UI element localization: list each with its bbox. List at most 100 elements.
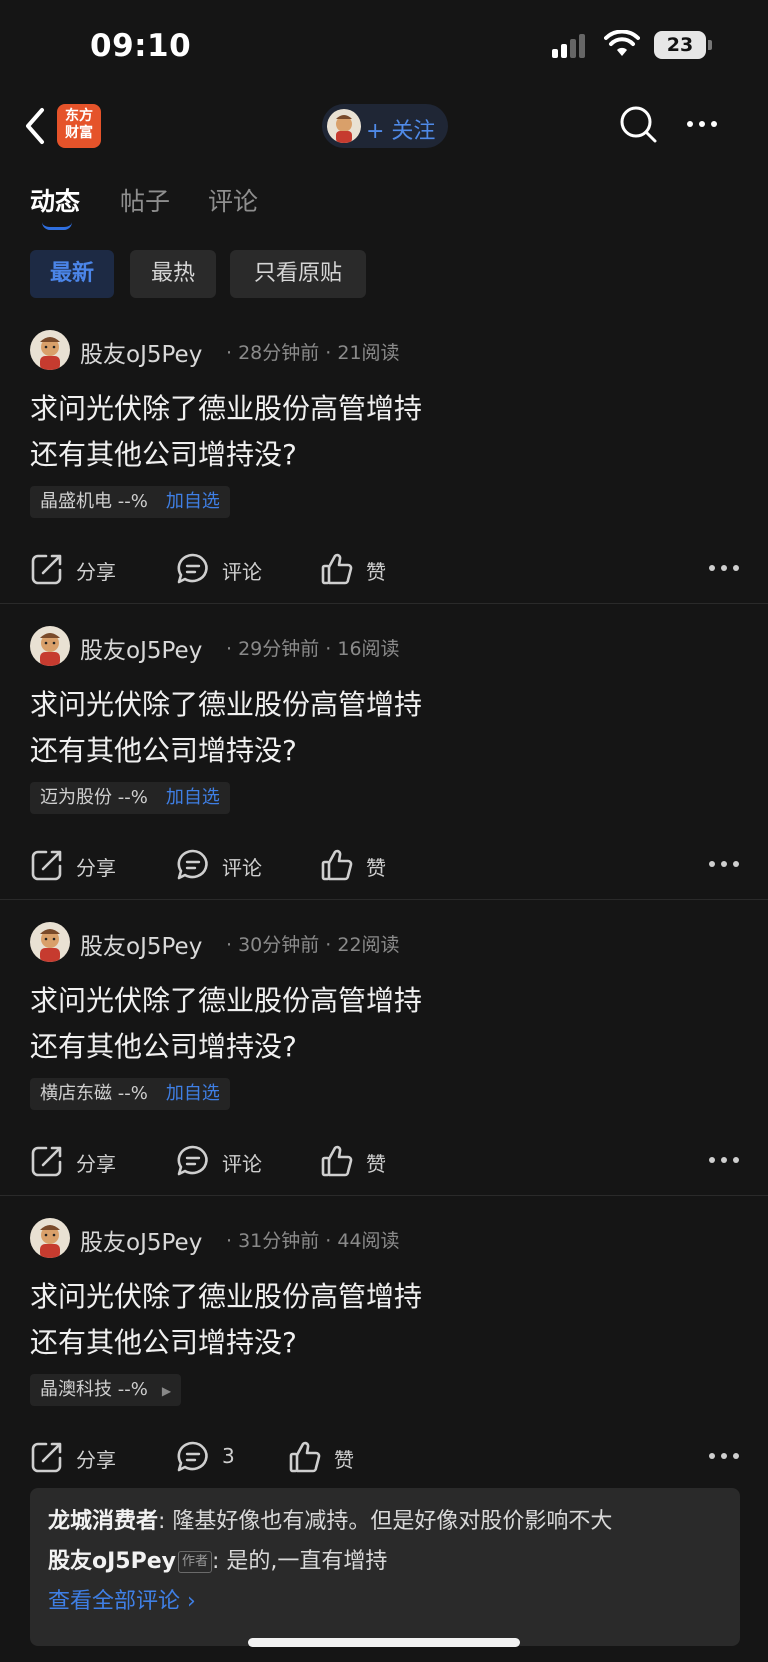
post-author[interactable]: 股友oJ5Pey [80,1223,202,1257]
more-icon[interactable] [706,1446,742,1470]
battery-tip [708,40,712,50]
like-button[interactable]: 赞 [320,846,400,886]
post-meta: · 29分钟前 · 16阅读 [226,638,400,660]
tab-active-indicator [42,222,72,230]
tab-dynamics[interactable]: 动态 [30,182,80,218]
add-watchlist-button[interactable]: 加自选 [166,787,220,808]
comment-line: 龙城消费者: 隆基好像也有减持。但是好像对股价影响不大 [48,1502,722,1542]
filter-hot[interactable]: 最热 [130,250,216,298]
post-body-line: 还有其他公司增持没? [30,438,297,471]
like-button[interactable]: 赞 [320,1142,400,1182]
battery-icon: 23 [654,31,706,59]
more-icon[interactable] [706,854,742,878]
share-button[interactable]: 分享 [30,1438,120,1478]
follow-label: + 关注 [366,119,436,144]
view-all-comments-link[interactable]: 查看全部评论 › [48,1582,722,1622]
comment-author[interactable]: 龙城消费者 [48,1509,158,1534]
share-label: 分享 [76,1448,116,1472]
post-body[interactable]: 求问光伏除了德业股份高管增持 还有其他公司增持没? [30,386,730,478]
comment-button[interactable]: 评论 [176,1142,266,1182]
share-label: 分享 [76,560,116,584]
post-body-line: 求问光伏除了德业股份高管增持 [30,688,423,721]
post-body[interactable]: 求问光伏除了德业股份高管增持 还有其他公司增持没? [30,1274,730,1366]
post-body[interactable]: 求问光伏除了德业股份高管增持 还有其他公司增持没? [30,978,730,1070]
post-body-line: 求问光伏除了德业股份高管增持 [30,392,423,425]
comment-line: 股友oJ5Pey 作者: 是的,一直有增持 [48,1542,722,1582]
comment-label: 3 [222,1444,235,1468]
like-button[interactable]: 赞 [288,1438,368,1478]
post-meta: · 31分钟前 · 44阅读 [226,1230,400,1252]
app-logo[interactable]: 东方财富 [57,104,101,148]
post-meta: · 30分钟前 · 22阅读 [226,934,400,956]
tab-comments[interactable]: 评论 [208,182,258,218]
search-icon[interactable] [618,104,658,144]
divider [0,603,768,604]
share-button[interactable]: 分享 [30,550,120,590]
stock-tag[interactable]: 晶澳科技 --% ▶ [30,1374,182,1406]
play-arrow-icon: ▶ [161,1384,172,1398]
add-watchlist-button[interactable]: 加自选 [166,1083,220,1104]
avatar[interactable] [30,1218,70,1258]
stock-tag[interactable]: 迈为股份 --% 加自选 [30,782,230,814]
like-button[interactable]: 赞 [320,550,400,590]
status-time: 09:10 [90,28,192,64]
comment-label: 评论 [222,560,262,584]
post-author[interactable]: 股友oJ5Pey [80,335,202,369]
more-icon[interactable] [684,104,724,144]
comments-preview[interactable]: 龙城消费者: 隆基好像也有减持。但是好像对股价影响不大 股友oJ5Pey 作者: … [30,1488,740,1646]
filter-original-only[interactable]: 只看原贴 [230,250,366,298]
share-button[interactable]: 分享 [30,1142,120,1182]
follow-button[interactable]: + 关注 [322,104,448,148]
home-indicator [248,1638,520,1647]
comment-button[interactable]: 3 [176,1438,266,1478]
comment-button[interactable]: 评论 [176,550,266,590]
post-body-line: 求问光伏除了德业股份高管增持 [30,984,423,1017]
comment-text: : 隆基好像也有减持。但是好像对股价影响不大 [158,1509,613,1534]
comment-label: 评论 [222,856,262,880]
like-label: 赞 [366,560,386,584]
stock-name: 迈为股份 --% [40,787,148,808]
avatar[interactable] [30,330,70,370]
author-badge: 作者 [178,1551,213,1573]
post-card[interactable]: 股友oJ5Pey · 31分钟前 · 44阅读 求问光伏除了德业股份高管增持 还… [0,1218,768,1514]
nav-bar: 东方财富 + 关注 [0,92,768,162]
status-bar: 09:10 23 [0,0,768,92]
comment-author[interactable]: 股友oJ5Pey [48,1549,176,1574]
like-label: 赞 [334,1448,354,1472]
cellular-signal-icon [552,34,586,58]
comment-text: : 是的,一直有增持 [212,1549,388,1574]
filter-latest[interactable]: 最新 [30,250,114,298]
avatar [327,109,361,143]
post-body-line: 求问光伏除了德业股份高管增持 [30,1280,423,1313]
post-author[interactable]: 股友oJ5Pey [80,631,202,665]
post-body-line: 还有其他公司增持没? [30,734,297,767]
avatar[interactable] [30,922,70,962]
post-actions: 分享 评论 赞 [30,1142,742,1182]
back-icon[interactable] [20,104,50,148]
stock-name: 晶澳科技 --% [40,1379,148,1400]
share-button[interactable]: 分享 [30,846,120,886]
divider [0,1195,768,1196]
avatar[interactable] [30,626,70,666]
more-icon[interactable] [706,1150,742,1174]
post-actions: 分享 评论 赞 [30,846,742,886]
post-actions: 分享 3 赞 [30,1438,742,1478]
more-icon[interactable] [706,558,742,582]
add-watchlist-button[interactable]: 加自选 [166,491,220,512]
comment-label: 评论 [222,1152,262,1176]
stock-tag[interactable]: 横店东磁 --% 加自选 [30,1078,230,1110]
post-body-line: 还有其他公司增持没? [30,1030,297,1063]
tab-posts[interactable]: 帖子 [120,182,170,218]
post-card[interactable]: 股友oJ5Pey · 30分钟前 · 22阅读 求问光伏除了德业股份高管增持 还… [0,922,768,1218]
stock-tag[interactable]: 晶盛机电 --% 加自选 [30,486,230,518]
comment-button[interactable]: 评论 [176,846,266,886]
post-card[interactable]: 股友oJ5Pey · 29分钟前 · 16阅读 求问光伏除了德业股份高管增持 还… [0,626,768,922]
like-label: 赞 [366,1152,386,1176]
post-card[interactable]: 股友oJ5Pey · 28分钟前 · 21阅读 求问光伏除了德业股份高管增持 还… [0,330,768,626]
post-body[interactable]: 求问光伏除了德业股份高管增持 还有其他公司增持没? [30,682,730,774]
post-meta: · 28分钟前 · 21阅读 [226,342,400,364]
post-body-line: 还有其他公司增持没? [30,1326,297,1359]
post-author[interactable]: 股友oJ5Pey [80,927,202,961]
stock-name: 晶盛机电 --% [40,491,148,512]
post-actions: 分享 评论 赞 [30,550,742,590]
